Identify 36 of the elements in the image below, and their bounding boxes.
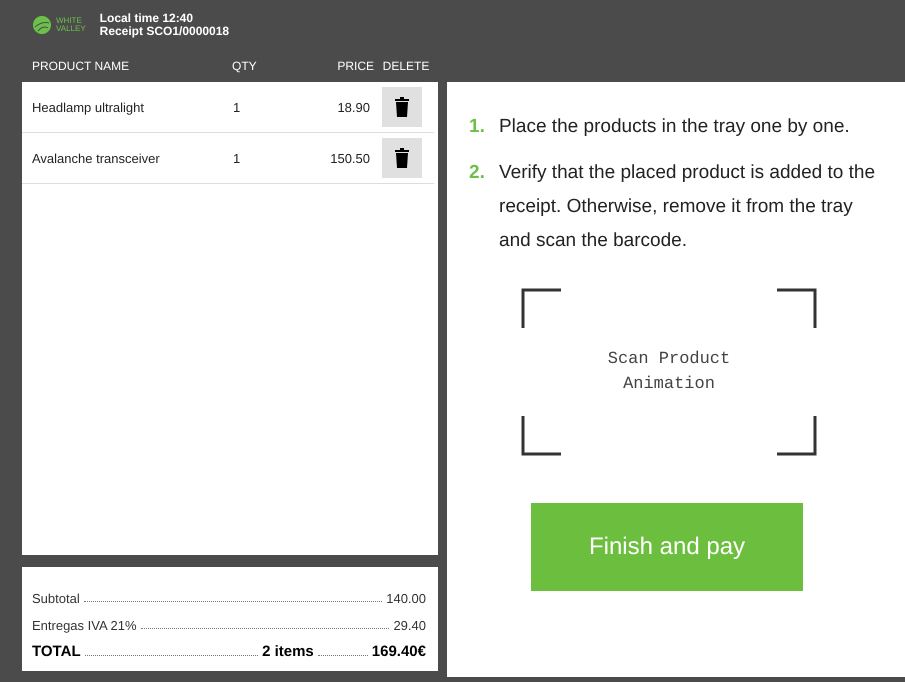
- delete-button[interactable]: [382, 87, 422, 127]
- trash-icon: [395, 97, 409, 117]
- quantity: 1: [232, 150, 242, 166]
- frame-corner-icon: [775, 288, 817, 330]
- delete-button[interactable]: [382, 138, 422, 178]
- step-number: 2.: [469, 161, 486, 185]
- subtotal-value: 140.00: [386, 591, 426, 606]
- column-header: PRODUCT NAME: [32, 59, 130, 73]
- instruction-text: Verify that the placed product is added to the receipt. Otherwise, remove it from the tray and scan the barcode.: [499, 161, 876, 253]
- total-label: TOTAL: [32, 643, 81, 660]
- logo-text: VALLEY: [56, 25, 86, 33]
- product-name: Avalanche transceiver: [32, 150, 161, 166]
- price: 18.90: [336, 100, 370, 114]
- scan-placeholder-text: Scan Product Animation: [606, 349, 732, 396]
- trash-icon: [395, 148, 409, 168]
- receipt-number: Receipt SCO1/0000018: [100, 25, 230, 38]
- column-header: PRICE: [336, 59, 374, 73]
- quantity: 1: [232, 100, 242, 114]
- frame-corner-icon: [521, 414, 563, 456]
- frame-corner-icon: [521, 288, 563, 330]
- finish-and-pay-button[interactable]: Finish and pay: [531, 503, 803, 591]
- subtotal-label: Subtotal: [32, 591, 80, 606]
- logo-text: WHITE: [56, 17, 83, 25]
- instruction-text: Place the products in the tray one by one.: [499, 115, 850, 139]
- price: 150.50: [329, 150, 370, 166]
- total-value: 169.40€: [372, 643, 426, 660]
- step-number: 1.: [469, 115, 486, 139]
- logo-icon: [32, 15, 52, 35]
- item-count: 2 items: [262, 643, 314, 660]
- local-time: Local time 12:40: [100, 12, 194, 25]
- tax-value: 29.40: [393, 618, 426, 633]
- tax-label: Entregas IVA 21%: [32, 618, 137, 633]
- column-header: QTY: [231, 59, 258, 73]
- frame-corner-icon: [775, 414, 817, 456]
- product-name: Headlamp ultralight: [32, 100, 146, 114]
- column-header: DELETE: [382, 59, 430, 73]
